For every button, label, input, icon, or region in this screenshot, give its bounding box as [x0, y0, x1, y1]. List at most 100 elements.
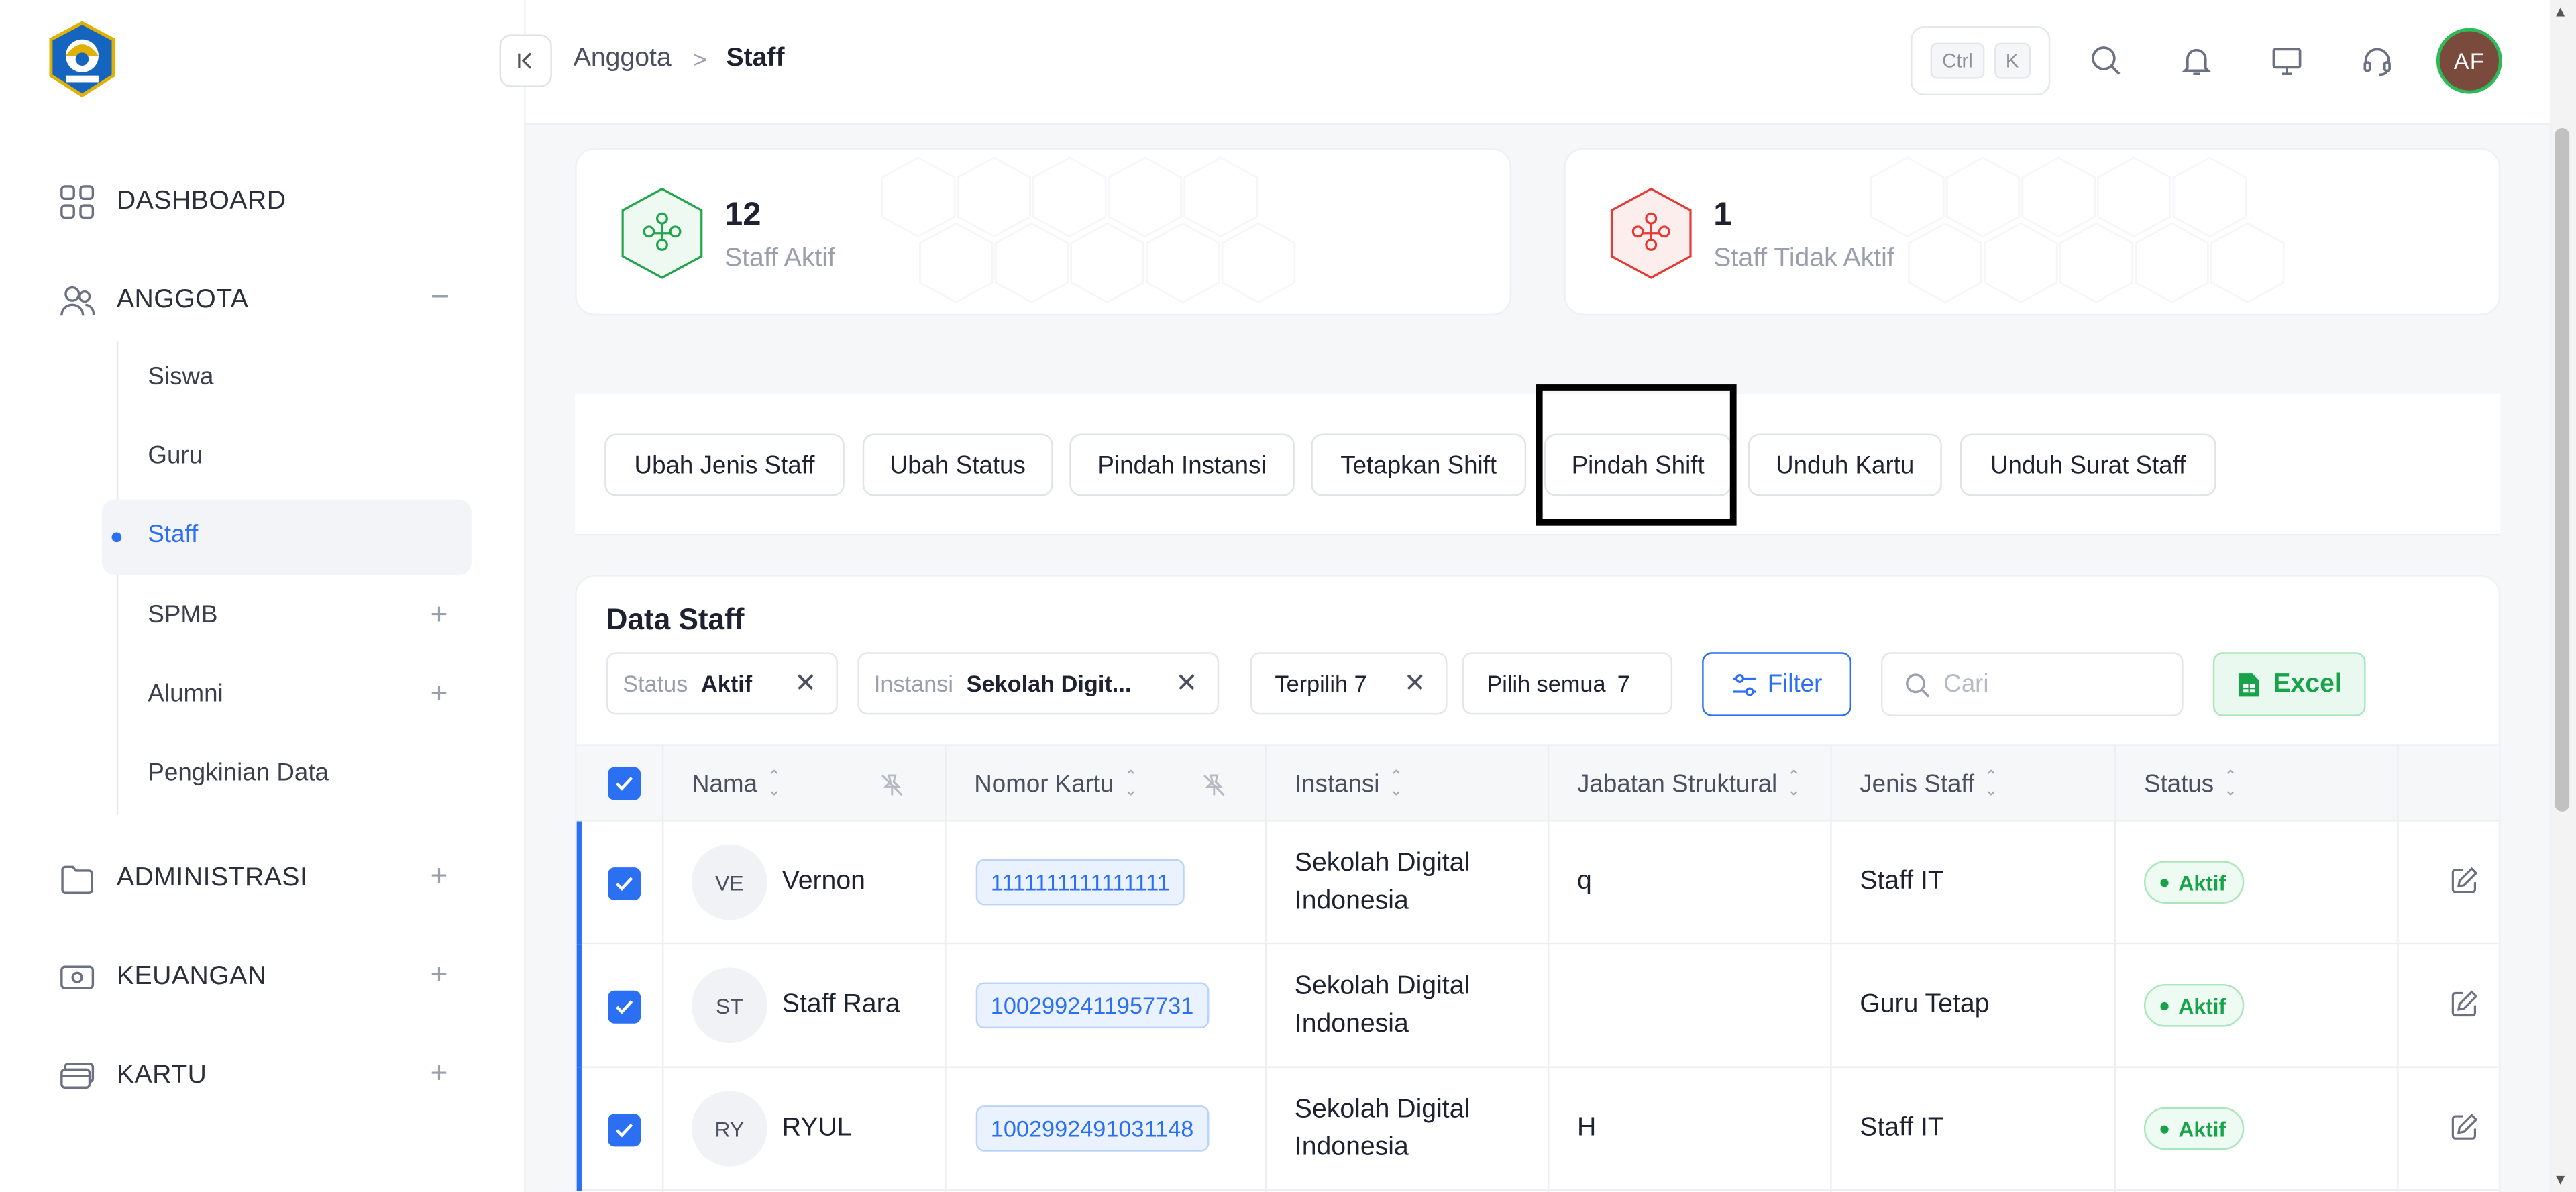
excel-export-button[interactable]: Excel — [2212, 652, 2366, 716]
nav-administrasi[interactable]: ADMINISTRASI — [59, 861, 307, 897]
sidebar-item-staff[interactable]: Staff — [148, 521, 198, 549]
expand-keuangan-icon[interactable]: + — [431, 958, 452, 992]
ubah-status-button[interactable]: Ubah Status — [862, 433, 1053, 496]
inactive-count: 1 — [1713, 197, 1732, 233]
clear-selection-icon[interactable]: ✕ — [1404, 667, 1426, 700]
sidebar-item-alumni[interactable]: Alumni — [148, 680, 223, 708]
row-checkbox[interactable] — [608, 867, 641, 901]
nav-anggota[interactable]: ANGGOTA — [59, 282, 248, 319]
filter-chip-instansi[interactable]: Instansi Sekolah Digit... ✕ — [857, 652, 1220, 715]
edit-icon[interactable] — [2449, 1112, 2482, 1145]
scroll-up-arrow-icon[interactable]: ▲ — [2553, 3, 2568, 19]
search-icon[interactable] — [2086, 41, 2126, 80]
select-all-checkbox[interactable] — [608, 767, 641, 800]
sort-icon[interactable]: ⌃ ⌄ — [2224, 769, 2238, 798]
expand-spmb-icon[interactable]: + — [431, 598, 448, 632]
column-header-nomor-kartu[interactable]: Nomor Kartu ⌃ ⌄ — [974, 746, 1137, 823]
card-number-badge[interactable]: 1002992491031148 — [975, 1105, 1209, 1152]
table-row[interactable]: RY RYUL 1002992491031148 Sekolah Digital… — [576, 1067, 2499, 1191]
status-label: Aktif — [2178, 993, 2226, 1018]
kbd-k: K — [1994, 42, 2031, 79]
column-header-status[interactable]: Status ⌃ ⌄ — [2144, 746, 2237, 823]
search-field[interactable] — [1881, 652, 2184, 716]
breadcrumb-anggota[interactable]: Anggota — [574, 44, 672, 74]
chip-value: Sekolah Digit... — [966, 670, 1132, 697]
user-avatar[interactable]: AF — [2436, 28, 2502, 94]
unpin-icon[interactable] — [879, 746, 905, 823]
avatar: ST — [692, 967, 767, 1044]
pindah-instansi-button[interactable]: Pindah Instansi — [1069, 433, 1295, 496]
breadcrumb-staff: Staff — [726, 44, 785, 72]
vertical-scrollbar-thumb[interactable] — [2555, 128, 2570, 812]
table-row[interactable]: ST Staff Rara 1002992411957731 Sekolah D… — [576, 944, 2499, 1068]
app-root: DASHBOARD ANGGOTA − Siswa Guru Staff SPM… — [0, 0, 2576, 1192]
scroll-down-arrow-icon[interactable]: ▼ — [2553, 1171, 2568, 1187]
instansi-cell: Sekolah Digital Indonesia — [1295, 845, 1525, 920]
nav-keuangan[interactable]: KEUANGAN — [59, 959, 267, 995]
monitor-icon[interactable] — [2267, 41, 2307, 80]
card-number-badge[interactable]: 1002992411957731 — [975, 982, 1209, 1029]
sidebar-item-guru[interactable]: Guru — [148, 442, 203, 470]
filter-chip-status[interactable]: Status Aktif ✕ — [606, 652, 838, 715]
panel-title: Data Staff — [606, 602, 745, 636]
staff-name: Staff Rara — [782, 990, 900, 1019]
sort-icon[interactable]: ⌃ ⌄ — [1124, 769, 1138, 798]
hexagon-pattern-decoration — [881, 156, 1296, 304]
bell-icon[interactable] — [2177, 41, 2216, 80]
selected-count-chip[interactable]: Terpilih 7 ✕ — [1250, 652, 1448, 715]
card-number-badge[interactable]: 1111111111111111 — [975, 859, 1185, 906]
edit-icon[interactable] — [2449, 989, 2482, 1022]
edit-icon[interactable] — [2449, 866, 2482, 899]
tetapkan-shift-button[interactable]: Tetapkan Shift — [1311, 433, 1527, 496]
command-shortcut-button[interactable]: Ctrl K — [1911, 26, 2051, 96]
sidebar-item-pengkinian-data[interactable]: Pengkinian Data — [148, 759, 329, 787]
column-header-jabatan-struktural[interactable]: Jabatan Struktural ⌃ ⌄ — [1577, 746, 1801, 823]
chip-key: Status — [623, 670, 688, 697]
collapse-sidebar-button[interactable] — [499, 34, 552, 87]
filter-button[interactable]: Filter — [1702, 652, 1852, 716]
check-icon — [616, 1123, 633, 1138]
nav-kartu[interactable]: KARTU — [59, 1058, 207, 1094]
remove-filter-icon[interactable]: ✕ — [794, 667, 816, 700]
status-badge: Aktif — [2143, 983, 2245, 1027]
active-dot-icon — [111, 532, 122, 543]
sort-icon[interactable]: ⌃ ⌄ — [767, 769, 782, 798]
active-label: Staff Aktif — [724, 244, 835, 273]
breadcrumb-chevron-icon: > — [693, 46, 707, 72]
excel-file-icon — [2238, 672, 2259, 696]
remove-filter-icon[interactable]: ✕ — [1175, 667, 1197, 700]
column-header-jenis-staff[interactable]: Jenis Staff ⌃ ⌄ — [1860, 746, 1998, 823]
select-all-count: 7 — [1617, 670, 1630, 697]
users-icon — [59, 282, 95, 319]
expand-kartu-icon[interactable]: + — [431, 1056, 452, 1091]
unduh-kartu-button[interactable]: Unduh Kartu — [1748, 433, 1942, 496]
tut-wuri-logo[interactable] — [43, 19, 122, 99]
collapse-anggota-icon[interactable]: − — [431, 279, 452, 317]
nav-dashboard[interactable]: DASHBOARD — [59, 184, 286, 220]
unduh-surat-staff-button[interactable]: Unduh Surat Staff — [1960, 433, 2216, 496]
avatar: VE — [692, 844, 767, 920]
staff-active-icon — [616, 186, 708, 281]
headset-icon[interactable] — [2357, 41, 2397, 80]
sort-icon[interactable]: ⌃ ⌄ — [1984, 769, 1998, 798]
row-checkbox[interactable] — [608, 990, 641, 1024]
instansi-line-2: Indonesia — [1294, 1133, 1409, 1162]
column-label: Status — [2143, 770, 2214, 799]
row-checkbox[interactable] — [608, 1114, 641, 1147]
column-header-nama[interactable]: Nama ⌃ ⌄ — [692, 746, 781, 823]
sidebar-item-spmb[interactable]: SPMB — [148, 601, 217, 629]
select-all-chip[interactable]: Pilih semua 7 — [1462, 652, 1673, 715]
table-row[interactable]: VE Vernon 1111111111111111 Sekolah Digit… — [576, 821, 2499, 945]
inactive-label: Staff Tidak Aktif — [1713, 244, 1894, 273]
sort-icon[interactable]: ⌃ ⌄ — [1787, 769, 1801, 798]
instansi-cell: Sekolah Digital Indonesia — [1295, 1091, 1525, 1167]
expand-administrasi-icon[interactable]: + — [431, 859, 452, 893]
search-input[interactable] — [1943, 670, 2157, 698]
unpin-icon[interactable] — [1201, 746, 1227, 823]
column-label: Jenis Staff — [1860, 770, 1975, 799]
sidebar-item-siswa[interactable]: Siswa — [148, 363, 213, 391]
expand-alumni-icon[interactable]: + — [431, 677, 448, 711]
ubah-jenis-staff-button[interactable]: Ubah Jenis Staff — [604, 433, 845, 496]
sort-icon[interactable]: ⌃ ⌄ — [1389, 769, 1403, 798]
column-header-instansi[interactable]: Instansi ⌃ ⌄ — [1295, 746, 1403, 823]
